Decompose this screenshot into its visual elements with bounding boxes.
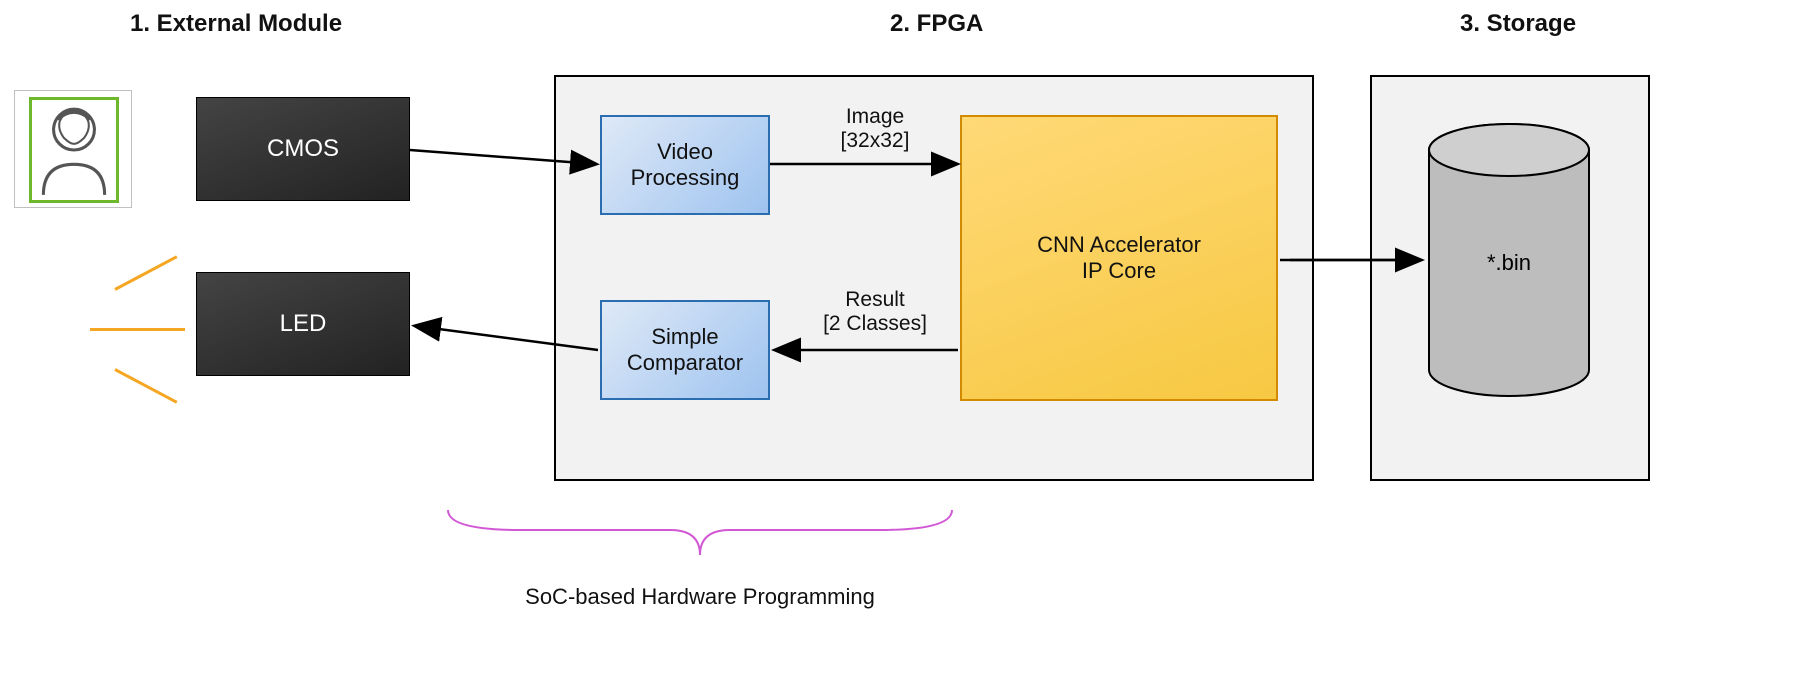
simple-comparator-label: Simple Comparator — [627, 324, 743, 376]
led-module: LED — [196, 272, 410, 376]
bin-label: *.bin — [1424, 250, 1594, 276]
led-ray — [114, 255, 177, 291]
simple-comparator-block: Simple Comparator — [600, 300, 770, 400]
cnn-accelerator-label: CNN Accelerator IP Core — [1037, 232, 1201, 284]
person-icon — [33, 101, 115, 199]
led-label: LED — [280, 310, 327, 338]
section-label-external: 1. External Module — [130, 10, 342, 38]
user-photo-box — [14, 90, 132, 208]
cnn-accelerator-block: CNN Accelerator IP Core — [960, 115, 1278, 401]
section-label-fpga: 2. FPGA — [890, 10, 983, 38]
arrow-label-result: Result [2 Classes] — [800, 288, 950, 336]
cmos-label: CMOS — [267, 135, 339, 163]
brace-title: SoC-based Hardware Programming — [470, 584, 930, 610]
video-processing-block: Video Processing — [600, 115, 770, 215]
video-processing-label: Video Processing — [631, 139, 740, 191]
arrow-label-image: Image [32x32] — [800, 105, 950, 153]
led-ray — [114, 368, 177, 404]
section-label-storage: 3. Storage — [1460, 10, 1576, 38]
led-ray — [90, 328, 185, 331]
cmos-module: CMOS — [196, 97, 410, 201]
